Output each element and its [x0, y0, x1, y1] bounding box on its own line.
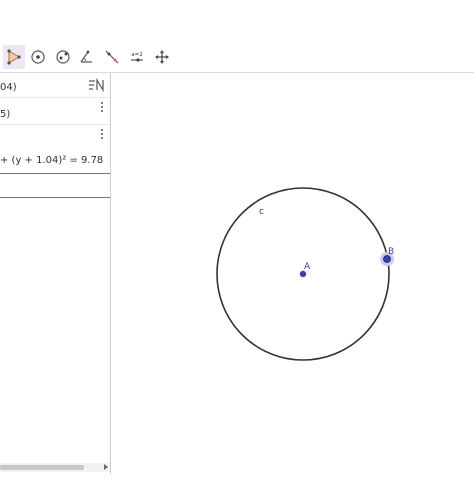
angle-tool-icon — [80, 50, 92, 63]
algebra-row-2-underline — [0, 173, 110, 174]
algebra-view: 04) 5) + (y + 1.04)² = 9.78 — [0, 73, 111, 474]
algebra-scrollbar[interactable] — [0, 463, 110, 472]
move-graphics-button[interactable] — [151, 45, 173, 69]
polygon-tool-icon — [7, 49, 21, 65]
circle-c-label: c — [259, 207, 264, 217]
row-1-more-icon[interactable] — [100, 102, 104, 114]
slider-tool-button[interactable]: a=2 — [126, 45, 148, 69]
slider-tool-icon: a=2 — [131, 52, 143, 62]
move-graphics-icon — [155, 50, 169, 64]
point-a-label: A — [304, 262, 311, 272]
circle-center-point-button[interactable] — [52, 45, 74, 69]
algebra-header-text: 04) — [0, 82, 17, 93]
row-2-more-icon[interactable] — [100, 129, 104, 141]
reflect-tool-icon — [105, 50, 119, 64]
scroll-right-icon[interactable] — [104, 464, 108, 470]
graphics-view[interactable]: c A B — [111, 73, 474, 474]
polygon-tool-button[interactable] — [3, 45, 25, 69]
algebra-separator — [0, 124, 110, 125]
top-blank-area — [0, 0, 474, 44]
toolbar: a=2 — [0, 44, 474, 73]
algebra-input-line[interactable] — [0, 197, 110, 198]
circle-center-point-icon — [56, 50, 70, 64]
algebra-row-1-text: 5) — [0, 109, 11, 120]
algebra-separator — [0, 97, 110, 98]
algebra-sort-button[interactable] — [88, 77, 106, 93]
scrollbar-thumb[interactable] — [0, 465, 84, 470]
point-tool-icon — [31, 50, 45, 64]
angle-tool-button[interactable] — [76, 45, 98, 69]
point-tool-button[interactable] — [27, 45, 49, 69]
point-b-label: B — [388, 247, 394, 257]
sort-menu-icon — [89, 77, 104, 93]
algebra-row-2-text: + (y + 1.04)² = 9.78 — [0, 155, 104, 166]
slider-tool-label: a=2 — [131, 52, 142, 58]
reflect-tool-button[interactable] — [101, 45, 123, 69]
graphics-canvas[interactable]: c A B — [111, 73, 474, 474]
